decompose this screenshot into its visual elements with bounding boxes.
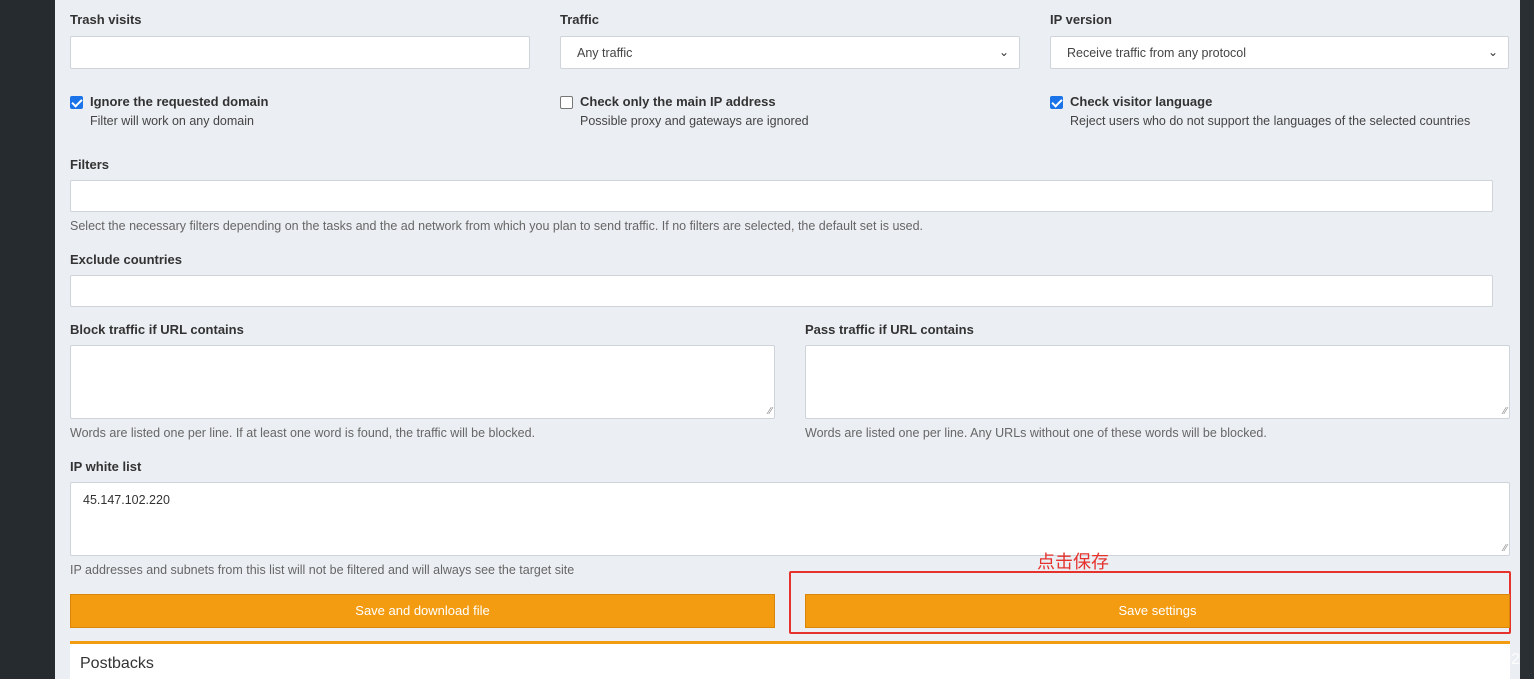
filters-input[interactable] [70, 180, 1493, 212]
trash-visits-label: Trash visits [70, 12, 142, 27]
postbacks-section: Postbacks [70, 641, 1510, 679]
save-download-button[interactable]: Save and download file [70, 594, 775, 628]
traffic-select[interactable]: Any traffic ⌄ [560, 36, 1020, 69]
check-language-desc: Reject users who do not support the lang… [1070, 114, 1471, 128]
ip-version-select[interactable]: Receive traffic from any protocol ⌄ [1050, 36, 1509, 69]
check-main-ip-checkbox[interactable] [560, 96, 573, 109]
right-scrollbar-area[interactable] [1520, 0, 1534, 679]
ip-whitelist-help: IP addresses and subnets from this list … [70, 563, 575, 577]
traffic-select-value: Any traffic [577, 46, 633, 60]
exclude-countries-input[interactable] [70, 275, 1493, 307]
pass-url-help: Words are listed one per line. Any URLs … [805, 426, 1267, 440]
trash-visits-input[interactable] [70, 36, 530, 69]
check-language-title: Check visitor language [1070, 94, 1213, 109]
block-url-label: Block traffic if URL contains [70, 322, 244, 337]
traffic-label: Traffic [560, 12, 600, 27]
filters-label: Filters [70, 157, 110, 172]
check-main-ip-desc: Possible proxy and gateways are ignored [580, 114, 809, 128]
ip-version-select-value: Receive traffic from any protocol [1067, 46, 1247, 60]
check-language-checkbox[interactable] [1050, 96, 1063, 109]
resize-grip-icon[interactable]: ∕∕ [1504, 544, 1507, 554]
save-settings-button[interactable]: Save settings [805, 594, 1510, 628]
resize-grip-icon[interactable]: ∕∕ [1504, 407, 1507, 417]
resize-grip-icon[interactable]: ∕∕ [769, 407, 772, 417]
left-dark-gutter [0, 0, 55, 679]
pass-url-textarea[interactable]: ∕∕ [805, 345, 1510, 419]
ignore-domain-checkbox[interactable] [70, 96, 83, 109]
ignore-domain-title: Ignore the requested domain [90, 94, 269, 109]
ip-whitelist-label: IP white list [70, 459, 142, 474]
chevron-down-icon: ⌄ [1487, 45, 1498, 59]
filters-help: Select the necessary filters depending o… [70, 219, 924, 233]
exclude-countries-label: Exclude countries [70, 252, 182, 267]
ip-whitelist-value: 45.147.102.220 [83, 493, 170, 507]
check-main-ip-title: Check only the main IP address [580, 94, 776, 109]
chevron-down-icon: ⌄ [998, 45, 1009, 59]
block-url-help: Words are listed one per line. If at lea… [70, 426, 536, 440]
watermark: CSDN @weixin_42456392 [1329, 651, 1520, 668]
postbacks-title: Postbacks [80, 655, 154, 672]
pass-url-label: Pass traffic if URL contains [805, 322, 974, 337]
block-url-textarea[interactable]: ∕∕ [70, 345, 775, 419]
ignore-domain-desc: Filter will work on any domain [90, 114, 254, 128]
ip-version-label: IP version [1050, 12, 1112, 27]
ip-whitelist-textarea[interactable]: 45.147.102.220 ∕∕ [70, 482, 1510, 556]
